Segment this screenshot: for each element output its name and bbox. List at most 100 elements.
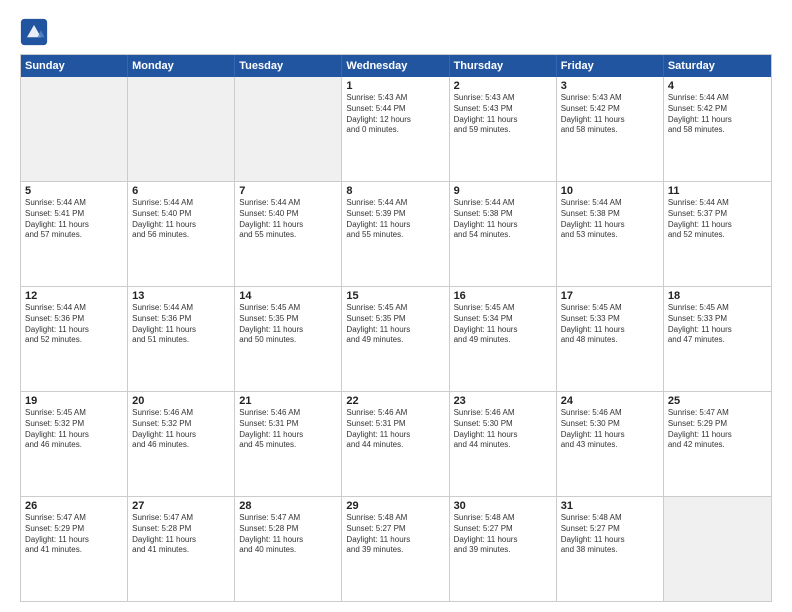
- day-number: 7: [239, 185, 337, 197]
- day-info: Sunrise: 5:43 AM Sunset: 5:44 PM Dayligh…: [346, 93, 444, 136]
- calendar-cell: 13Sunrise: 5:44 AM Sunset: 5:36 PM Dayli…: [128, 287, 235, 391]
- calendar-cell: 24Sunrise: 5:46 AM Sunset: 5:30 PM Dayli…: [557, 392, 664, 496]
- day-number: 31: [561, 500, 659, 512]
- calendar-cell: 18Sunrise: 5:45 AM Sunset: 5:33 PM Dayli…: [664, 287, 771, 391]
- day-number: 1: [346, 80, 444, 92]
- day-number: 30: [454, 500, 552, 512]
- calendar-cell: 8Sunrise: 5:44 AM Sunset: 5:39 PM Daylig…: [342, 182, 449, 286]
- calendar-cell: 30Sunrise: 5:48 AM Sunset: 5:27 PM Dayli…: [450, 497, 557, 601]
- day-info: Sunrise: 5:44 AM Sunset: 5:40 PM Dayligh…: [132, 198, 230, 241]
- day-number: 2: [454, 80, 552, 92]
- calendar-cell: 6Sunrise: 5:44 AM Sunset: 5:40 PM Daylig…: [128, 182, 235, 286]
- day-info: Sunrise: 5:46 AM Sunset: 5:31 PM Dayligh…: [346, 408, 444, 451]
- day-number: 24: [561, 395, 659, 407]
- calendar-cell: 19Sunrise: 5:45 AM Sunset: 5:32 PM Dayli…: [21, 392, 128, 496]
- day-info: Sunrise: 5:45 AM Sunset: 5:33 PM Dayligh…: [668, 303, 767, 346]
- calendar-cell: [128, 77, 235, 181]
- weekday-header: Tuesday: [235, 55, 342, 77]
- day-number: 10: [561, 185, 659, 197]
- day-info: Sunrise: 5:45 AM Sunset: 5:35 PM Dayligh…: [239, 303, 337, 346]
- calendar-cell: [235, 77, 342, 181]
- day-number: 26: [25, 500, 123, 512]
- day-number: 19: [25, 395, 123, 407]
- calendar-cell: 29Sunrise: 5:48 AM Sunset: 5:27 PM Dayli…: [342, 497, 449, 601]
- calendar-row: 1Sunrise: 5:43 AM Sunset: 5:44 PM Daylig…: [21, 77, 771, 181]
- day-info: Sunrise: 5:44 AM Sunset: 5:40 PM Dayligh…: [239, 198, 337, 241]
- header: [20, 18, 772, 46]
- calendar-body: 1Sunrise: 5:43 AM Sunset: 5:44 PM Daylig…: [21, 77, 771, 601]
- day-number: 18: [668, 290, 767, 302]
- day-info: Sunrise: 5:45 AM Sunset: 5:33 PM Dayligh…: [561, 303, 659, 346]
- calendar-row: 19Sunrise: 5:45 AM Sunset: 5:32 PM Dayli…: [21, 391, 771, 496]
- day-info: Sunrise: 5:44 AM Sunset: 5:38 PM Dayligh…: [454, 198, 552, 241]
- day-number: 14: [239, 290, 337, 302]
- day-info: Sunrise: 5:48 AM Sunset: 5:27 PM Dayligh…: [454, 513, 552, 556]
- day-number: 9: [454, 185, 552, 197]
- weekday-header: Sunday: [21, 55, 128, 77]
- day-info: Sunrise: 5:48 AM Sunset: 5:27 PM Dayligh…: [346, 513, 444, 556]
- calendar-cell: [21, 77, 128, 181]
- day-number: 25: [668, 395, 767, 407]
- day-number: 11: [668, 185, 767, 197]
- calendar-header: SundayMondayTuesdayWednesdayThursdayFrid…: [21, 55, 771, 77]
- calendar-cell: 11Sunrise: 5:44 AM Sunset: 5:37 PM Dayli…: [664, 182, 771, 286]
- calendar-cell: 7Sunrise: 5:44 AM Sunset: 5:40 PM Daylig…: [235, 182, 342, 286]
- day-info: Sunrise: 5:47 AM Sunset: 5:29 PM Dayligh…: [25, 513, 123, 556]
- calendar-cell: 17Sunrise: 5:45 AM Sunset: 5:33 PM Dayli…: [557, 287, 664, 391]
- weekday-header: Monday: [128, 55, 235, 77]
- day-number: 13: [132, 290, 230, 302]
- calendar-cell: 1Sunrise: 5:43 AM Sunset: 5:44 PM Daylig…: [342, 77, 449, 181]
- day-number: 17: [561, 290, 659, 302]
- day-number: 22: [346, 395, 444, 407]
- day-info: Sunrise: 5:47 AM Sunset: 5:28 PM Dayligh…: [239, 513, 337, 556]
- calendar-row: 5Sunrise: 5:44 AM Sunset: 5:41 PM Daylig…: [21, 181, 771, 286]
- day-number: 20: [132, 395, 230, 407]
- day-number: 16: [454, 290, 552, 302]
- calendar-cell: 2Sunrise: 5:43 AM Sunset: 5:43 PM Daylig…: [450, 77, 557, 181]
- calendar-cell: 26Sunrise: 5:47 AM Sunset: 5:29 PM Dayli…: [21, 497, 128, 601]
- calendar-cell: 5Sunrise: 5:44 AM Sunset: 5:41 PM Daylig…: [21, 182, 128, 286]
- day-info: Sunrise: 5:43 AM Sunset: 5:43 PM Dayligh…: [454, 93, 552, 136]
- calendar-cell: 20Sunrise: 5:46 AM Sunset: 5:32 PM Dayli…: [128, 392, 235, 496]
- day-number: 5: [25, 185, 123, 197]
- calendar-cell: 23Sunrise: 5:46 AM Sunset: 5:30 PM Dayli…: [450, 392, 557, 496]
- weekday-header: Friday: [557, 55, 664, 77]
- day-number: 15: [346, 290, 444, 302]
- calendar-cell: 9Sunrise: 5:44 AM Sunset: 5:38 PM Daylig…: [450, 182, 557, 286]
- day-number: 4: [668, 80, 767, 92]
- day-info: Sunrise: 5:46 AM Sunset: 5:32 PM Dayligh…: [132, 408, 230, 451]
- calendar-row: 26Sunrise: 5:47 AM Sunset: 5:29 PM Dayli…: [21, 496, 771, 601]
- page: SundayMondayTuesdayWednesdayThursdayFrid…: [0, 0, 792, 612]
- day-info: Sunrise: 5:46 AM Sunset: 5:30 PM Dayligh…: [561, 408, 659, 451]
- day-info: Sunrise: 5:44 AM Sunset: 5:38 PM Dayligh…: [561, 198, 659, 241]
- day-info: Sunrise: 5:44 AM Sunset: 5:41 PM Dayligh…: [25, 198, 123, 241]
- day-info: Sunrise: 5:46 AM Sunset: 5:31 PM Dayligh…: [239, 408, 337, 451]
- logo-icon: [20, 18, 48, 46]
- weekday-header: Saturday: [664, 55, 771, 77]
- day-info: Sunrise: 5:48 AM Sunset: 5:27 PM Dayligh…: [561, 513, 659, 556]
- logo: [20, 18, 52, 46]
- day-number: 3: [561, 80, 659, 92]
- day-info: Sunrise: 5:44 AM Sunset: 5:37 PM Dayligh…: [668, 198, 767, 241]
- day-info: Sunrise: 5:45 AM Sunset: 5:32 PM Dayligh…: [25, 408, 123, 451]
- day-info: Sunrise: 5:45 AM Sunset: 5:35 PM Dayligh…: [346, 303, 444, 346]
- calendar-cell: 27Sunrise: 5:47 AM Sunset: 5:28 PM Dayli…: [128, 497, 235, 601]
- day-number: 21: [239, 395, 337, 407]
- calendar-cell: 25Sunrise: 5:47 AM Sunset: 5:29 PM Dayli…: [664, 392, 771, 496]
- day-info: Sunrise: 5:46 AM Sunset: 5:30 PM Dayligh…: [454, 408, 552, 451]
- calendar-row: 12Sunrise: 5:44 AM Sunset: 5:36 PM Dayli…: [21, 286, 771, 391]
- day-number: 27: [132, 500, 230, 512]
- day-number: 8: [346, 185, 444, 197]
- day-number: 23: [454, 395, 552, 407]
- calendar-cell: 28Sunrise: 5:47 AM Sunset: 5:28 PM Dayli…: [235, 497, 342, 601]
- calendar-cell: 14Sunrise: 5:45 AM Sunset: 5:35 PM Dayli…: [235, 287, 342, 391]
- day-number: 28: [239, 500, 337, 512]
- calendar-cell: 31Sunrise: 5:48 AM Sunset: 5:27 PM Dayli…: [557, 497, 664, 601]
- calendar-cell: 15Sunrise: 5:45 AM Sunset: 5:35 PM Dayli…: [342, 287, 449, 391]
- calendar-cell: 12Sunrise: 5:44 AM Sunset: 5:36 PM Dayli…: [21, 287, 128, 391]
- day-number: 6: [132, 185, 230, 197]
- weekday-header: Thursday: [450, 55, 557, 77]
- day-info: Sunrise: 5:47 AM Sunset: 5:28 PM Dayligh…: [132, 513, 230, 556]
- day-info: Sunrise: 5:45 AM Sunset: 5:34 PM Dayligh…: [454, 303, 552, 346]
- day-number: 29: [346, 500, 444, 512]
